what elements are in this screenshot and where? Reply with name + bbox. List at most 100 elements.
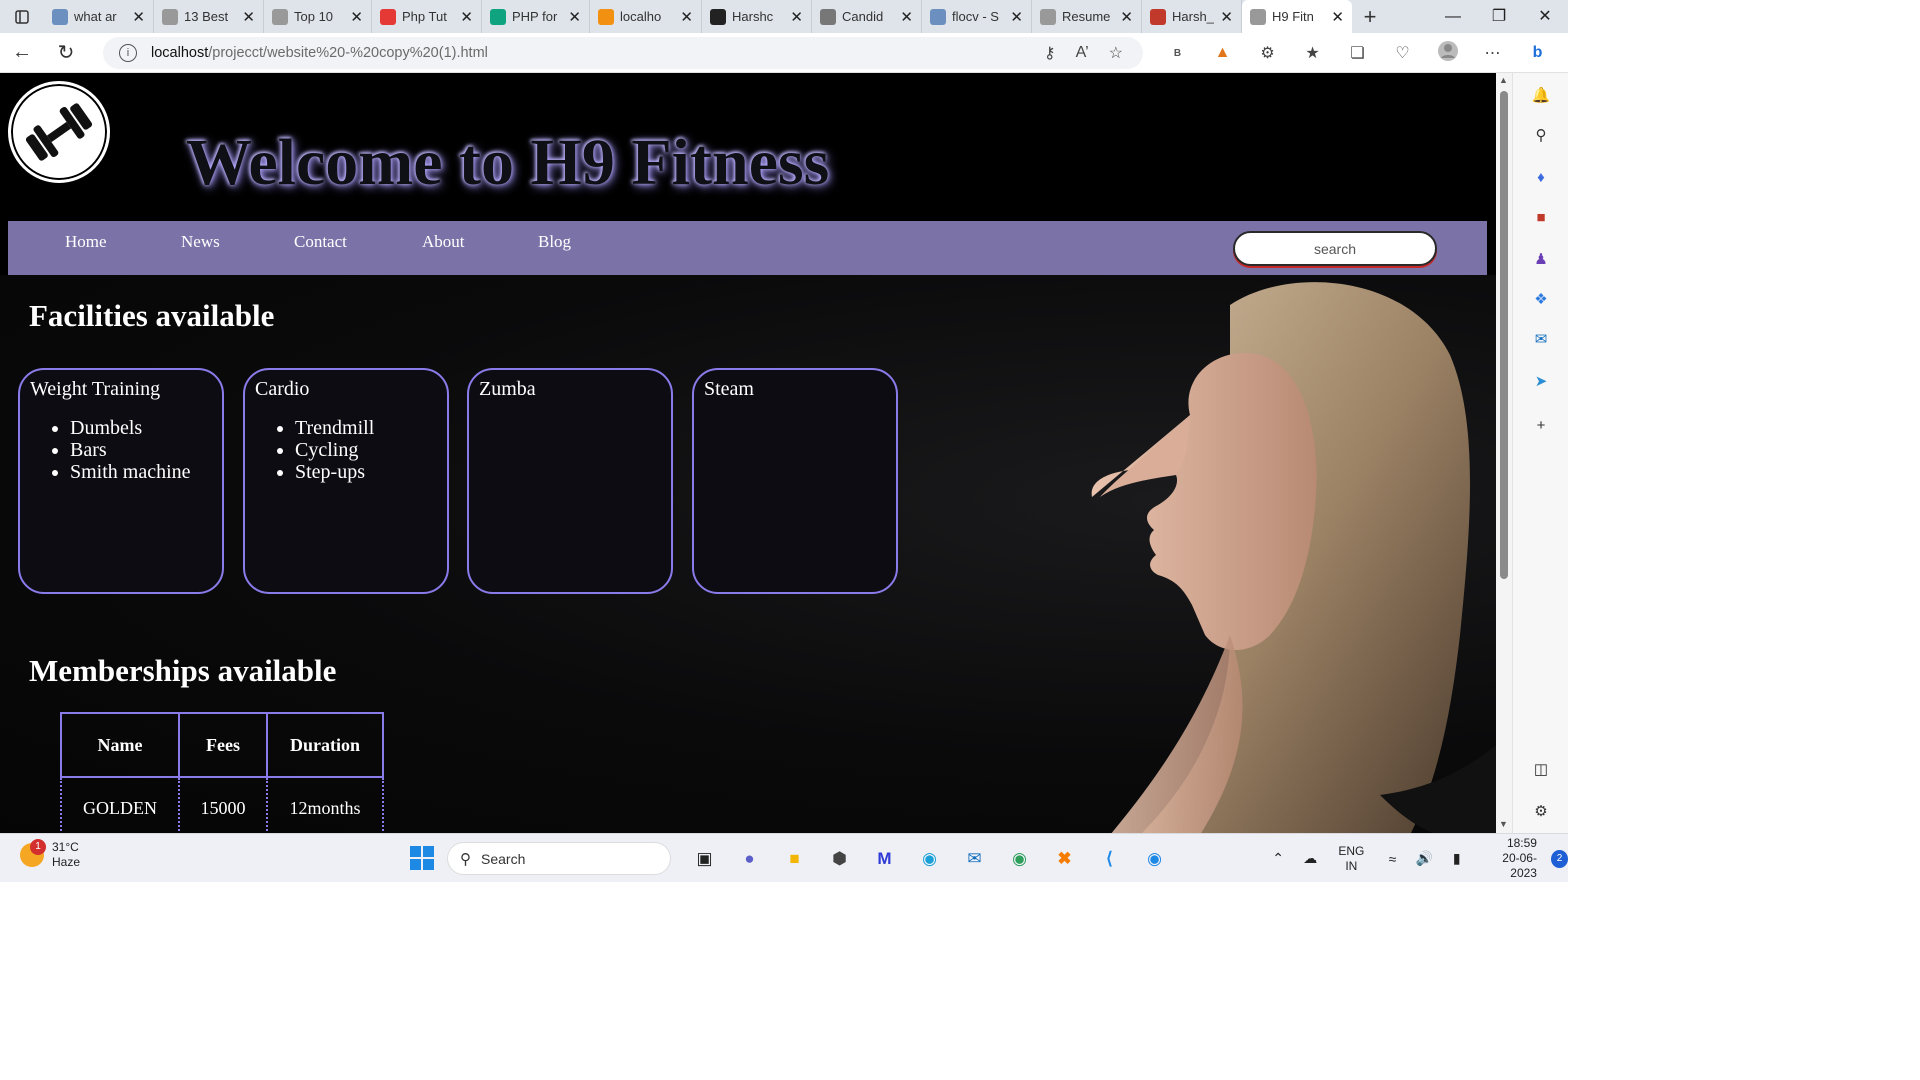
teams-chat-icon[interactable]: ● [727,842,772,876]
nav-blog-link[interactable]: Blog [538,232,571,252]
browser-tab[interactable]: H9 Fitn ✕ [1242,0,1352,33]
vscode-icon[interactable]: ⟨ [1087,842,1132,876]
edge-dev-icon[interactable]: ◉ [997,842,1042,876]
onedrive-cloud-icon[interactable]: ☁ [1294,850,1326,867]
site-navbar: Home News Contact About Blog search [8,221,1487,275]
browser-tab[interactable]: Harshc ✕ [702,0,812,33]
browser-tab[interactable]: Top 10 ✕ [264,0,372,33]
tab-label: PHP for [512,9,558,24]
scroll-down-arrow-icon[interactable]: ▼ [1499,819,1508,829]
taskbar-search-label: Search [481,850,526,867]
close-tab-icon[interactable]: ✕ [1120,8,1133,26]
close-tab-icon[interactable]: ✕ [350,8,363,26]
browser-tab[interactable]: Harsh_ ✕ [1142,0,1242,33]
memberships-table: Name Fees Duration GOLDEN 15000 12months [60,712,384,833]
key-icon[interactable]: ⚷ [1044,43,1056,63]
favorites-icon[interactable]: ★ [1290,43,1335,63]
language-indicator[interactable]: ENG IN [1338,844,1364,874]
scrollbar-thumb[interactable] [1500,91,1508,579]
mail-icon[interactable]: ✉ [952,842,997,876]
edge-browser-icon[interactable]: ◉ [907,842,952,876]
nav-news-link[interactable]: News [181,232,220,252]
collections-icon[interactable]: ❏ [1335,43,1380,63]
tools-briefcase-icon[interactable]: ■ [1531,207,1551,227]
sidebar-search-icon[interactable]: ⚲ [1531,125,1551,145]
outlook-icon[interactable]: ✉ [1531,329,1551,349]
maximize-button[interactable]: ❐ [1476,0,1522,33]
close-window-button[interactable]: ✕ [1522,0,1568,33]
close-tab-icon[interactable]: ✕ [1331,8,1344,26]
gym-logo[interactable] [8,81,110,183]
sidebar-layout-icon[interactable]: ◫ [1531,759,1551,779]
browser-tab[interactable]: localho ✕ [590,0,702,33]
show-hidden-icons-chevron-icon[interactable]: ⌃ [1262,850,1294,867]
new-tab-button[interactable]: + [1352,4,1388,30]
close-tab-icon[interactable]: ✕ [460,8,473,26]
shopping-tag-icon[interactable]: ♦ [1531,167,1551,187]
site-search-input[interactable]: search [1233,231,1437,266]
close-tab-icon[interactable]: ✕ [132,8,145,26]
nav-contact-link[interactable]: Contact [294,232,347,252]
bing-copilot-icon[interactable]: b [1515,44,1560,62]
facility-card-zumba: Zumba [467,368,673,594]
table-header-row: Name Fees Duration [60,712,384,778]
volume-icon[interactable]: 🔊 [1409,850,1441,867]
minimize-button[interactable]: — [1430,0,1476,33]
metamask-icon[interactable]: ▲ [1200,44,1245,62]
browser-essentials-icon[interactable]: ♡ [1380,43,1425,63]
close-tab-icon[interactable]: ✕ [1010,8,1023,26]
browser-tab[interactable]: flocv - S ✕ [922,0,1032,33]
xampp-icon[interactable]: ✖ [1042,842,1087,876]
extension-b-icon[interactable]: B [1155,48,1200,59]
site-info-icon[interactable]: i [119,44,137,62]
close-tab-icon[interactable]: ✕ [900,8,913,26]
back-button[interactable]: ← [0,41,44,64]
extensions-puzzle-icon[interactable]: ⚙ [1245,43,1290,63]
browser-tab[interactable]: Candid ✕ [812,0,922,33]
file-explorer-icon[interactable]: ■ [772,842,817,876]
close-tab-icon[interactable]: ✕ [242,8,255,26]
sidebar-settings-gear-icon[interactable]: ⚙ [1531,801,1551,821]
wifi-icon[interactable]: ≈ [1376,851,1408,867]
notification-count-badge[interactable]: 2 [1550,849,1568,868]
system-clock[interactable]: 18:59 20-06-2023 [1479,836,1537,881]
profile-avatar[interactable] [1425,40,1470,67]
close-tab-icon[interactable]: ✕ [790,8,803,26]
url-field[interactable]: i localhost/projecct/website%20-%20copy%… [103,37,1143,69]
taskbar-search[interactable]: ⚲ Search [447,842,671,875]
browser-tab[interactable]: Resume ✕ [1032,0,1142,33]
battery-icon[interactable]: ▮ [1441,850,1473,867]
browser-tab[interactable]: PHP for ✕ [482,0,590,33]
dumbbell-icon [25,103,93,161]
browser-tab[interactable]: what ar ✕ [44,0,154,33]
scroll-up-arrow-icon[interactable]: ▲ [1499,75,1508,85]
refresh-icon: ↻ [57,42,75,64]
favorite-star-icon[interactable]: ☆ [1109,43,1123,63]
read-aloud-icon[interactable]: A’ [1076,44,1089,62]
browser-tab[interactable]: Php Tut ✕ [372,0,482,33]
app-cube-icon[interactable]: ⬢ [817,842,862,876]
more-options-icon[interactable]: ⋯ [1470,43,1515,63]
app-m-icon[interactable]: M [862,842,907,876]
microsoft365-icon[interactable]: ❖ [1531,289,1551,309]
games-chess-icon[interactable]: ♟ [1531,249,1551,269]
nav-home-link[interactable]: Home [65,232,107,252]
nav-about-link[interactable]: About [422,232,465,252]
tab-actions-button[interactable] [0,0,44,33]
weather-desc: Haze [52,855,81,869]
chatgpt-icon [490,8,506,25]
weather-widget[interactable]: 1 31°C Haze [20,839,81,870]
start-button[interactable] [410,846,434,870]
add-sidebar-app-icon[interactable]: + [1531,415,1551,435]
close-tab-icon[interactable]: ✕ [1220,8,1233,26]
page-scrollbar[interactable]: ▲ ▼ [1496,73,1512,833]
notifications-bell-icon[interactable]: 🔔 [1531,85,1551,105]
browser-tab[interactable]: 13 Best ✕ [154,0,264,33]
close-tab-icon[interactable]: ✕ [568,8,581,26]
tab-label: what ar [74,9,117,24]
refresh-button[interactable]: ↻ [44,40,88,65]
task-view-icon[interactable]: ▣ [682,842,727,876]
close-tab-icon[interactable]: ✕ [680,8,693,26]
app-active-icon[interactable]: ◉ [1132,842,1177,876]
drop-send-icon[interactable]: ➤ [1531,371,1551,391]
